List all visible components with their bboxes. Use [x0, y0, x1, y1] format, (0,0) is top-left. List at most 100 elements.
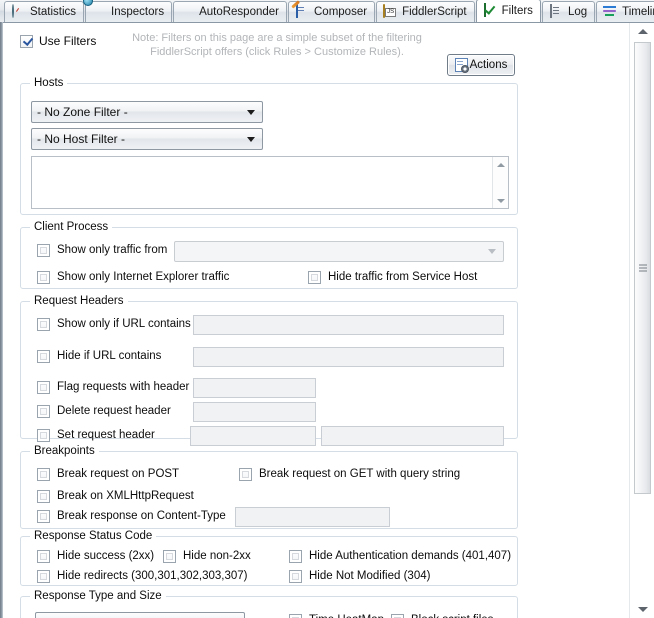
checkbox-box	[37, 490, 50, 503]
hide-not-modified-checkbox[interactable]: Hide Not Modified (304)	[289, 570, 430, 583]
note-line-1: Note: Filters on this page are a simple …	[132, 32, 422, 44]
tab-filters[interactable]: Filters	[475, 0, 541, 22]
scroll-down-icon[interactable]	[493, 193, 508, 208]
tab-label: Timeline	[622, 5, 654, 18]
flag-requests-with-header-checkbox[interactable]: Flag requests with header	[37, 381, 189, 394]
hide-if-url-contains-checkbox[interactable]: Hide if URL contains	[37, 350, 161, 363]
checkmark-icon	[483, 2, 498, 19]
scroll-up-icon[interactable]	[634, 23, 651, 40]
hide-redirects-checkbox[interactable]: Hide redirects (300,301,302,303,307)	[37, 570, 248, 583]
response-type-group-title: Response Type and Size	[30, 590, 166, 602]
tab-fiddlerscript[interactable]: FiddlerScript	[376, 1, 475, 22]
set-request-header-checkbox[interactable]: Set request header	[37, 429, 155, 442]
hide-if-url-contains-input[interactable]	[193, 347, 504, 367]
checkbox-label: Hide redirects (300,301,302,303,307)	[57, 570, 248, 582]
checkbox-box	[37, 510, 50, 523]
use-filters-checkbox[interactable]: Use Filters	[20, 34, 96, 48]
checkbox-label: Hide if URL contains	[57, 350, 162, 362]
client-process-group-title: Client Process	[30, 221, 113, 233]
page-scrollbar[interactable]	[629, 23, 654, 618]
fiddler-filters-window: Statistics Inspectors AutoResponder Comp…	[0, 0, 654, 618]
checkbox-box	[37, 468, 50, 481]
client-process-combo[interactable]	[174, 241, 504, 262]
checkbox-label: Set request header	[57, 429, 155, 441]
hide-success-2xx-checkbox[interactable]: Hide success (2xx)	[37, 550, 154, 563]
request-headers-group-title: Request Headers	[30, 295, 128, 307]
hide-non-2xx-checkbox[interactable]: Hide non-2xx	[163, 550, 251, 563]
checkbox-box	[37, 405, 50, 418]
scroll-down-icon[interactable]	[634, 601, 651, 618]
response-type-and-size-group: Response Type and Size Show all Content-…	[20, 590, 518, 618]
checkbox-box	[308, 271, 321, 284]
break-response-on-content-type-checkbox[interactable]: Break response on Content-Type	[37, 510, 226, 523]
delete-request-header-checkbox[interactable]: Delete request header	[37, 405, 171, 418]
checkbox-box	[289, 570, 302, 583]
checkbox-label: Hide Authentication demands (401,407)	[309, 550, 512, 562]
break-request-on-post-checkbox[interactable]: Break request on POST	[37, 468, 179, 481]
tab-autoresponder[interactable]: AutoResponder	[173, 1, 287, 22]
checkbox-label: Break response on Content-Type	[57, 510, 226, 522]
actions-button[interactable]: Actions	[447, 54, 515, 76]
set-request-header-name-input[interactable]	[190, 426, 316, 446]
flag-requests-with-header-input[interactable]	[193, 378, 316, 398]
checkbox-label: Hide success (2xx)	[57, 550, 155, 562]
break-on-xmlhttprequest-checkbox[interactable]: Break on XMLHttpRequest	[37, 490, 194, 503]
breakpoints-group-title: Breakpoints	[30, 445, 99, 457]
zone-filter-value: - No Zone Filter -	[37, 105, 128, 119]
checkbox-label: Delete request header	[57, 405, 171, 417]
hosts-group: Hosts - No Zone Filter - - No Host Filte…	[20, 77, 518, 215]
checkbox-box	[163, 550, 176, 563]
checkbox-box	[37, 429, 50, 442]
scroll-up-icon[interactable]	[493, 157, 508, 172]
chevron-down-icon	[225, 613, 241, 618]
host-list-textarea[interactable]	[31, 156, 509, 209]
tab-statistics[interactable]: Statistics	[4, 1, 85, 22]
client-process-group: Client Process Show only traffic from Sh…	[20, 221, 518, 289]
show-only-traffic-from-checkbox[interactable]: Show only traffic from	[37, 244, 167, 257]
response-status-code-group-title: Response Status Code	[30, 530, 157, 542]
break-response-content-type-input[interactable]	[235, 507, 390, 527]
zone-filter-combo[interactable]: - No Zone Filter -	[31, 101, 263, 123]
host-list-scrollbar[interactable]	[492, 157, 508, 208]
checkbox-box	[37, 271, 50, 284]
tab-inspectors[interactable]: Inspectors	[85, 1, 173, 22]
tab-log[interactable]: Log	[541, 1, 596, 22]
show-only-if-url-contains-checkbox[interactable]: Show only if URL contains	[37, 318, 191, 331]
content-type-combo[interactable]: Show all Content-Types	[35, 612, 245, 618]
break-request-on-get-checkbox[interactable]: Break request on GET with query string	[239, 468, 460, 481]
hide-service-host-checkbox[interactable]: Hide traffic from Service Host	[308, 271, 477, 284]
scrollbar-thumb[interactable]	[634, 42, 651, 494]
tab-label: Inspectors	[111, 5, 165, 18]
tab-composer[interactable]: Composer	[288, 1, 376, 22]
tab-label: Log	[567, 5, 588, 18]
js-script-icon	[383, 3, 398, 20]
time-heatmap-checkbox[interactable]: Time HeatMap	[289, 614, 384, 618]
checkbox-box	[37, 550, 50, 563]
tab-label: Composer	[314, 5, 368, 18]
tab-label: Filters	[501, 4, 533, 17]
checkbox-label: Show only Internet Explorer traffic	[57, 271, 230, 283]
show-only-if-url-contains-input[interactable]	[193, 315, 504, 335]
hide-authentication-demands-checkbox[interactable]: Hide Authentication demands (401,407)	[289, 550, 511, 563]
checkbox-label: Block script files	[411, 614, 493, 618]
stopwatch-icon	[11, 3, 26, 20]
checkbox-box	[20, 34, 33, 48]
host-filter-combo[interactable]: - No Host Filter -	[31, 128, 263, 150]
bolt-icon	[180, 5, 195, 20]
show-only-ie-traffic-checkbox[interactable]: Show only Internet Explorer traffic	[37, 271, 229, 284]
block-script-files-checkbox[interactable]: Block script files	[391, 614, 493, 618]
checkbox-box	[37, 350, 50, 363]
note-line-2: FiddlerScript offers (click Rules > Cust…	[150, 46, 404, 58]
checkbox-label: Hide Not Modified (304)	[309, 570, 431, 582]
chevron-down-icon	[243, 102, 259, 122]
checkbox-label: Hide traffic from Service Host	[328, 271, 478, 283]
tab-label: AutoResponder	[199, 5, 279, 18]
checkbox-box	[289, 614, 302, 618]
host-filter-value: - No Host Filter -	[37, 132, 126, 146]
set-request-header-value-input[interactable]	[321, 426, 504, 446]
checkbox-label: Show only traffic from	[57, 244, 168, 256]
tab-timeline[interactable]: Timeline	[596, 1, 654, 22]
delete-request-header-input[interactable]	[193, 402, 316, 422]
breakpoints-group: Breakpoints Break request on POST Break …	[20, 445, 518, 529]
checkbox-box	[239, 468, 252, 481]
